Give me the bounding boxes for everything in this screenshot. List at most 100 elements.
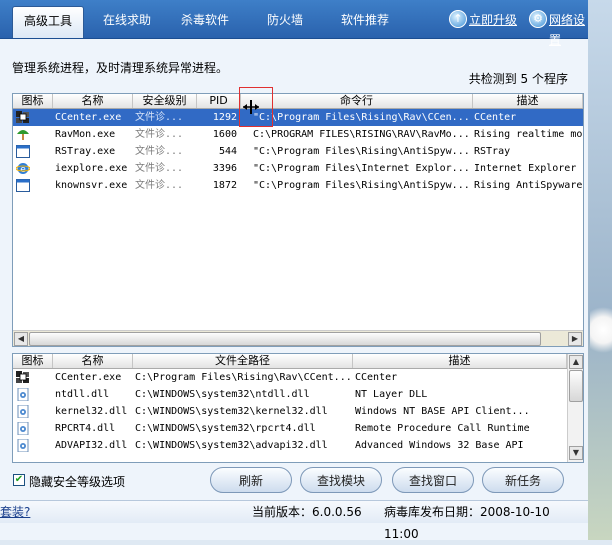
new-task-button[interactable]: 新任务 — [482, 467, 564, 493]
umbrella-icon — [16, 128, 30, 141]
top-nav: 高级工具 在线求助 杀毒软件 防火墙 软件推荐 ↑ 立即升级 ⚙ 网络设置 — [0, 0, 588, 47]
process-description: Rising AntiSpyware — [474, 180, 583, 191]
desktop-background — [584, 0, 612, 540]
security-level: 文件诊... — [135, 129, 184, 140]
module-vscrollbar[interactable]: ▲ ▼ — [567, 354, 583, 462]
tab-firewall[interactable]: 防火墙 — [250, 6, 320, 34]
module-table[interactable]: 图标 名称 文件全路径 描述 CCenter.exe C:\Program Fil… — [12, 353, 584, 463]
pid: 544 — [218, 146, 237, 157]
tab-antivirus[interactable]: 杀毒软件 — [170, 6, 240, 34]
security-level: 文件诊... — [135, 146, 184, 157]
module-description: CCenter — [355, 372, 398, 383]
command-line: "C:\Program Files\Rising\AntiSpyw... — [253, 180, 470, 191]
page-description: 管理系统进程，及时清理系统异常进程。 — [12, 61, 229, 75]
module-name: ADVAPI32.dll — [55, 440, 128, 451]
find-module-button[interactable]: 查找模块 — [300, 467, 382, 493]
security-level: 文件诊... — [135, 163, 184, 174]
col-full-path[interactable]: 文件全路径 — [133, 354, 353, 368]
scroll-down-button[interactable]: ▼ — [569, 446, 583, 460]
module-description: Remote Procedure Call Runtime — [355, 423, 530, 434]
window-icon — [16, 179, 30, 192]
module-row[interactable]: kernel32.dll C:\WINDOWS\system32\kernel32… — [13, 403, 567, 420]
network-settings-link[interactable]: 网络设置 — [549, 10, 588, 47]
version-text: 当前版本：6.0.0.56 — [252, 505, 362, 519]
process-hscrollbar[interactable]: ◀ ▶ — [13, 330, 583, 346]
module-row[interactable]: ntdll.dll C:\WINDOWS\system32\ntdll.dll NT… — [13, 386, 567, 403]
scroll-thumb[interactable] — [29, 332, 541, 346]
command-line: "C:\Program Files\Internet Explor... — [253, 163, 470, 174]
col-icon[interactable]: 图标 — [13, 354, 53, 368]
dll-file-icon — [16, 387, 30, 402]
module-table-header: 图标 名称 文件全路径 描述 — [13, 354, 567, 369]
scroll-up-button[interactable]: ▲ — [569, 355, 583, 369]
virus-db-date: 病毒库发布日期：2008-10-10 11:00 — [384, 505, 550, 541]
tab-software-recommend[interactable]: 软件推荐 — [330, 6, 400, 34]
module-description: NT Layer DLL — [355, 389, 428, 400]
process-name: iexplore.exe — [55, 163, 128, 174]
scroll-right-button[interactable]: ▶ — [568, 332, 582, 346]
col-icon[interactable]: 图标 — [13, 94, 53, 108]
network-settings-icon[interactable]: ⚙ — [529, 10, 547, 28]
process-name: RavMon.exe — [55, 129, 116, 140]
module-row[interactable]: RPCRT4.dll C:\WINDOWS\system32\rpcrt4.dll… — [13, 420, 567, 437]
rising-app-icon — [16, 371, 30, 384]
module-description: Windows NT BASE API Client... — [355, 406, 530, 417]
find-window-button[interactable]: 查找窗口 — [392, 467, 474, 493]
module-name: kernel32.dll — [55, 406, 128, 417]
process-row[interactable]: knownsvr.exe 文件诊... 1872 "C:\Program Files\… — [13, 177, 583, 194]
process-row[interactable]: CCenter.exe 文件诊... 1292 "C:\Program Files\R… — [13, 109, 583, 126]
module-row[interactable]: CCenter.exe C:\Program Files\Rising\Rav\C… — [13, 369, 567, 386]
col-name[interactable]: 名称 — [53, 354, 133, 368]
dll-file-icon — [16, 421, 30, 436]
scroll-thumb[interactable] — [569, 370, 583, 402]
col-description[interactable]: 描述 — [473, 94, 583, 108]
security-level: 文件诊... — [135, 112, 184, 123]
module-path: C:\WINDOWS\system32\advapi32.dll — [135, 440, 328, 451]
rising-app-icon — [16, 111, 30, 124]
module-name: ntdll.dll — [55, 389, 110, 400]
process-row[interactable]: e iexplore.exe 文件诊... 3396 "C:\Program Files… — [13, 160, 583, 177]
module-path: C:\Program Files\Rising\Rav\CCent... — [135, 372, 352, 383]
tab-online-help[interactable]: 在线求助 — [92, 6, 162, 34]
process-name: CCenter.exe — [55, 112, 122, 123]
process-table-header: 图标 名称 安全级别 PID 命令行 描述 — [13, 94, 583, 109]
command-line: C:\PROGRAM FILES\RISING\RAV\RavMo... — [253, 129, 470, 140]
module-name: RPCRT4.dll — [55, 423, 116, 434]
command-line: "C:\Program Files\Rising\AntiSpyw... — [253, 146, 470, 157]
col-name[interactable]: 名称 — [53, 94, 133, 108]
module-description: Advanced Windows 32 Base API — [355, 440, 524, 451]
col-command-line[interactable]: 命令行 — [241, 94, 473, 108]
process-row[interactable]: RavMon.exe 文件诊... 1600 C:\PROGRAM FILES\RIS… — [13, 126, 583, 143]
hide-security-level-checkbox[interactable]: ✔ — [13, 474, 25, 486]
col-pid[interactable]: PID — [197, 94, 241, 108]
window-icon — [16, 145, 30, 158]
process-count: 共检测到 5 个程序 — [468, 72, 568, 86]
security-level: 文件诊... — [135, 180, 184, 191]
col-security-level[interactable]: 安全级别 — [133, 94, 197, 108]
module-path: C:\WINDOWS\system32\ntdll.dll — [135, 389, 310, 400]
hide-security-level-label[interactable]: 隐藏安全等级选项 — [29, 473, 125, 490]
pid: 1872 — [212, 180, 237, 191]
process-description: Rising realtime mo — [474, 129, 583, 140]
process-description: Internet Explorer — [474, 163, 577, 174]
resize-cursor-icon — [243, 100, 259, 114]
process-description: CCenter — [474, 112, 517, 123]
pid: 3396 — [212, 163, 237, 174]
upgrade-link[interactable]: 立即升级 — [469, 10, 517, 30]
command-line: "C:\Program Files\Rising\Rav\CCen... — [253, 112, 470, 123]
refresh-button[interactable]: 刷新 — [210, 467, 292, 493]
scroll-left-button[interactable]: ◀ — [14, 332, 28, 346]
dll-file-icon — [16, 404, 30, 419]
module-row[interactable]: ADVAPI32.dll C:\WINDOWS\system32\advapi32… — [13, 437, 567, 454]
dll-file-icon — [16, 438, 30, 453]
module-path: C:\WINDOWS\system32\rpcrt4.dll — [135, 423, 316, 434]
pid: 1292 — [212, 112, 237, 123]
tab-advanced-tools[interactable]: 高级工具 — [12, 6, 84, 38]
module-path: C:\WINDOWS\system32\kernel32.dll — [135, 406, 328, 417]
upgrade-icon[interactable]: ↑ — [449, 10, 467, 28]
suite-link[interactable]: 套装? — [0, 501, 30, 523]
col-description[interactable]: 描述 — [353, 354, 567, 368]
app-window: 高级工具 在线求助 杀毒软件 防火墙 软件推荐 ↑ 立即升级 ⚙ 网络设置 管理… — [0, 0, 588, 541]
process-row[interactable]: RSTray.exe 文件诊... 544 "C:\Program Files\Ris… — [13, 143, 583, 160]
process-table[interactable]: 图标 名称 安全级别 PID 命令行 描述 CCenter.exe 文件诊... 1… — [12, 93, 584, 347]
